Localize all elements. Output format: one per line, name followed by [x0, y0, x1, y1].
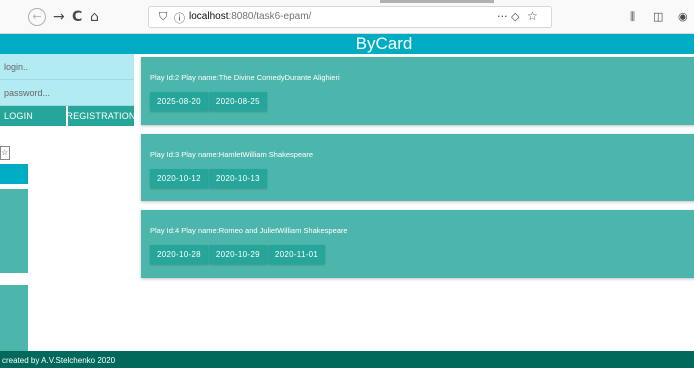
extension-icon[interactable]: ◉	[678, 10, 688, 23]
library-icon[interactable]: ⫼	[630, 10, 635, 24]
login-button-row: LOGIN REGISTRATION	[0, 106, 135, 126]
login-form: LOGIN REGISTRATION	[0, 54, 135, 126]
date-list: 2020-10-12 2020-10-13	[150, 169, 692, 188]
date-button[interactable]: 2020-10-13	[208, 169, 267, 188]
browser-toolbar: ← → C ⌂ ⛉ ⓘ localhost:8080/task6-epam/ ·…	[0, 0, 694, 34]
background-window-bookmark-icon: ☆	[0, 146, 10, 160]
site-header: ByCard	[0, 34, 694, 54]
date-list: 2020-10-28 2020-10-29 2020-11-01	[150, 245, 692, 264]
registration-button[interactable]: REGISTRATION	[66, 106, 135, 126]
browser-window: ← → C ⌂ ⛉ ⓘ localhost:8080/task6-epam/ ·…	[0, 0, 694, 368]
url-path: :8080/task6-epam/	[228, 11, 312, 22]
date-button[interactable]: 2020-10-28	[150, 245, 208, 264]
date-button[interactable]: 2020-08-25	[208, 92, 267, 111]
address-bar[interactable]: ⛉ ⓘ localhost:8080/task6-epam/ ··· ◇ ☆	[148, 6, 552, 28]
home-icon[interactable]: ⌂	[90, 9, 99, 25]
password-input[interactable]	[0, 80, 134, 106]
forward-arrow-icon[interactable]: →	[53, 9, 65, 25]
play-title: Play Id:2 Play name:The Divine ComedyDur…	[150, 73, 340, 82]
play-list: Play Id:2 Play name:The Divine ComedyDur…	[141, 57, 694, 287]
play-card: Play Id:4 Play name:Romeo and JulietWill…	[141, 210, 694, 278]
pocket-icon[interactable]: ◇	[511, 10, 519, 23]
reload-icon[interactable]: C	[72, 9, 82, 25]
date-button[interactable]: 2020-10-12	[150, 169, 208, 188]
sidebar-toggle-icon[interactable]: ◫	[653, 10, 663, 23]
tracking-shield-icon[interactable]: ⛉	[159, 10, 167, 24]
back-arrow-icon[interactable]: ←	[28, 8, 46, 26]
play-title: Play Id:3 Play name:HamletWilliam Shakes…	[150, 150, 313, 159]
site-footer: created by A.V.Stelchenko 2020	[0, 351, 694, 368]
date-button[interactable]: 2025-08-20	[150, 92, 208, 111]
date-list: 2025-08-20 2020-08-25	[150, 92, 692, 111]
url-host: localhost	[189, 11, 229, 22]
login-button[interactable]: LOGIN	[0, 106, 66, 126]
url-text[interactable]: localhost:8080/task6-epam/	[189, 11, 311, 22]
background-window-card	[0, 285, 28, 355]
date-button[interactable]: 2020-10-29	[208, 245, 267, 264]
play-card: Play Id:3 Play name:HamletWilliam Shakes…	[141, 134, 694, 201]
play-title: Play Id:4 Play name:Romeo and JulietWill…	[150, 226, 348, 235]
play-card: Play Id:2 Play name:The Divine ComedyDur…	[141, 57, 694, 125]
footer-credit: created by A.V.Stelchenko 2020	[2, 356, 116, 365]
date-button[interactable]: 2020-11-01	[267, 245, 326, 264]
bookmark-star-icon[interactable]: ☆	[527, 9, 538, 23]
tab-indicator	[380, 0, 494, 3]
background-window-card	[0, 189, 28, 273]
site-info-icon[interactable]: ⓘ	[174, 10, 185, 26]
login-input[interactable]	[0, 54, 134, 80]
background-window-header	[0, 164, 28, 184]
page-actions-icon[interactable]: ···	[497, 10, 508, 23]
site-title: ByCard	[355, 34, 413, 53]
